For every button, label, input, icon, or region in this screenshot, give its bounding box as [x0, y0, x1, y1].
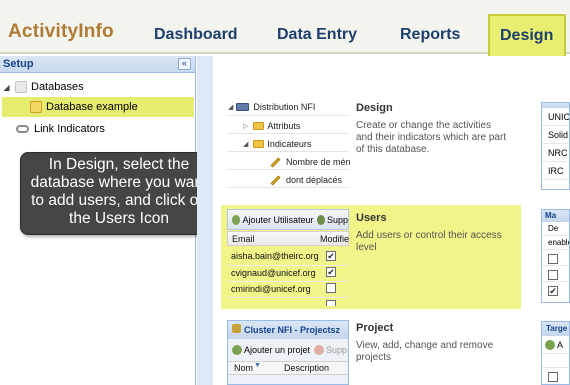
- user-modify-checkbox-1[interactable]: ✔: [326, 251, 336, 261]
- users-partial-preview: Ma De enable ✔: [541, 209, 570, 303]
- partial-row-4: IRC: [542, 162, 569, 180]
- project-partial-header: Targe: [542, 322, 569, 336]
- top-navigation-bar: ActivityInfo Dashboard Data Entry Report…: [0, 0, 570, 56]
- app-logo[interactable]: ActivityInfo: [8, 21, 114, 43]
- partial-checkbox-1[interactable]: [548, 254, 558, 264]
- column-description[interactable]: Description: [284, 363, 329, 373]
- partial-row-1: UNIC: [542, 108, 569, 126]
- design-partial-preview: UNIC Solid NRC IRC: [541, 102, 570, 190]
- tab-data-entry[interactable]: Data Entry: [277, 26, 357, 44]
- project-preview-title: Cluster NFI - Projectsz: [244, 325, 341, 335]
- partial-row-3: NRC: [542, 144, 569, 162]
- setup-panel-header: Setup «: [0, 56, 195, 73]
- add-user-button[interactable]: Ajouter Utilisateur: [242, 215, 313, 225]
- delete-icon[interactable]: [314, 345, 325, 355]
- column-email[interactable]: Email: [232, 234, 255, 244]
- design-tree-root[interactable]: ◢ Distribution NFI: [228, 102, 315, 112]
- design-tree-attributs-label: Attributs: [267, 121, 301, 131]
- tab-dashboard[interactable]: Dashboard: [154, 26, 238, 44]
- tab-reports[interactable]: Reports: [400, 26, 460, 44]
- design-tree-attributs[interactable]: ▷ Attributs: [243, 121, 300, 131]
- user-email-1: aisha.bain@theirc.org: [231, 251, 319, 261]
- users-toolbar: Ajouter Utilisateur Supp: [227, 209, 349, 230]
- collapse-icon[interactable]: «: [178, 58, 191, 70]
- pencil-icon: [270, 157, 281, 167]
- add-icon[interactable]: [232, 345, 242, 355]
- project-grid-header: Nom ▼ Description: [228, 361, 348, 375]
- partial-checkbox-2[interactable]: [548, 270, 558, 280]
- design-tree-indicator-1[interactable]: Nombre de mén: [270, 157, 351, 167]
- user-modify-checkbox-3[interactable]: [326, 283, 336, 293]
- column-nom[interactable]: Nom: [234, 363, 253, 373]
- tree-item-database-example[interactable]: Database example: [2, 97, 194, 117]
- partial-checkbox-3[interactable]: ✔: [548, 286, 558, 296]
- delete-user-button[interactable]: Supp: [327, 215, 348, 225]
- database-icon: [15, 81, 27, 93]
- expand-triangle-icon[interactable]: ◢: [2, 83, 11, 92]
- project-toolbar: Ajouter un projet Supp: [228, 341, 348, 359]
- tree-item-databases[interactable]: ◢ Databases: [2, 77, 192, 97]
- folder-icon: [253, 122, 265, 130]
- delete-project-button[interactable]: Supp: [326, 345, 347, 355]
- project-partial-preview: Targe A: [541, 321, 570, 385]
- user-modify-checkbox-4[interactable]: [326, 300, 336, 306]
- link-icon: [16, 125, 29, 133]
- design-tree-indicateurs[interactable]: ◢ Indicateurs: [243, 139, 311, 149]
- user-email-2: cvignaud@unicef.org: [231, 268, 316, 278]
- column-modifie[interactable]: Modifie: [320, 234, 349, 244]
- design-tree-indicator-2-label: dont déplacés: [286, 175, 343, 185]
- instruction-callout: In Design, select the database where you…: [20, 152, 218, 235]
- partial-checkbox-4[interactable]: [548, 372, 558, 382]
- database-icon: [30, 101, 42, 113]
- design-tree-indicator-1-label: Nombre de mén: [286, 157, 351, 167]
- project-preview-header: Cluster NFI - Projectsz: [228, 321, 348, 339]
- sort-down-icon: ▼: [254, 362, 261, 369]
- user-email-3: cmirindi@unicef.org: [231, 284, 311, 294]
- tree-item-database-example-label: Database example: [46, 101, 138, 113]
- truck-icon: [236, 103, 250, 111]
- design-tree-root-label: Distribution NFI: [253, 102, 316, 112]
- design-section-description: Create or change the activities and thei…: [356, 120, 507, 155]
- users-section-description: Add users or control their access level: [356, 230, 502, 253]
- tree-item-link-indicators-label: Link Indicators: [34, 123, 105, 135]
- project-section-title[interactable]: Project: [356, 322, 393, 334]
- users-partial-row-1: De: [542, 222, 569, 236]
- add-icon[interactable]: [545, 339, 555, 350]
- users-partial-header: Ma: [542, 210, 569, 222]
- pencil-icon: [270, 175, 281, 185]
- project-section-description: View, add, change and remove projects: [356, 340, 494, 363]
- user-modify-checkbox-2[interactable]: ✔: [326, 267, 336, 277]
- tree-item-link-indicators[interactable]: Link Indicators: [0, 119, 190, 139]
- tab-design[interactable]: Design: [488, 14, 566, 56]
- design-section-title[interactable]: Design: [356, 102, 393, 114]
- project-partial-add[interactable]: A: [557, 340, 563, 350]
- design-tree-indicator-2[interactable]: dont déplacés: [270, 175, 342, 185]
- add-project-button[interactable]: Ajouter un projet: [244, 345, 310, 355]
- add-user-icon[interactable]: [232, 214, 241, 225]
- partial-row-2: Solid: [542, 126, 569, 144]
- users-partial-row-2: enable: [542, 236, 569, 250]
- users-grid-header: Email Modifie: [227, 231, 349, 246]
- setup-panel-title: Setup: [3, 58, 34, 70]
- users-section-title[interactable]: Users: [356, 212, 387, 224]
- folder-icon: [253, 140, 265, 148]
- project-preview: Cluster NFI - Projectsz Ajouter un proje…: [227, 320, 349, 385]
- user-icon: [316, 214, 325, 225]
- tree-item-databases-label: Databases: [31, 81, 84, 93]
- box-icon: [232, 324, 241, 333]
- design-tree-indicateurs-label: Indicateurs: [267, 139, 312, 149]
